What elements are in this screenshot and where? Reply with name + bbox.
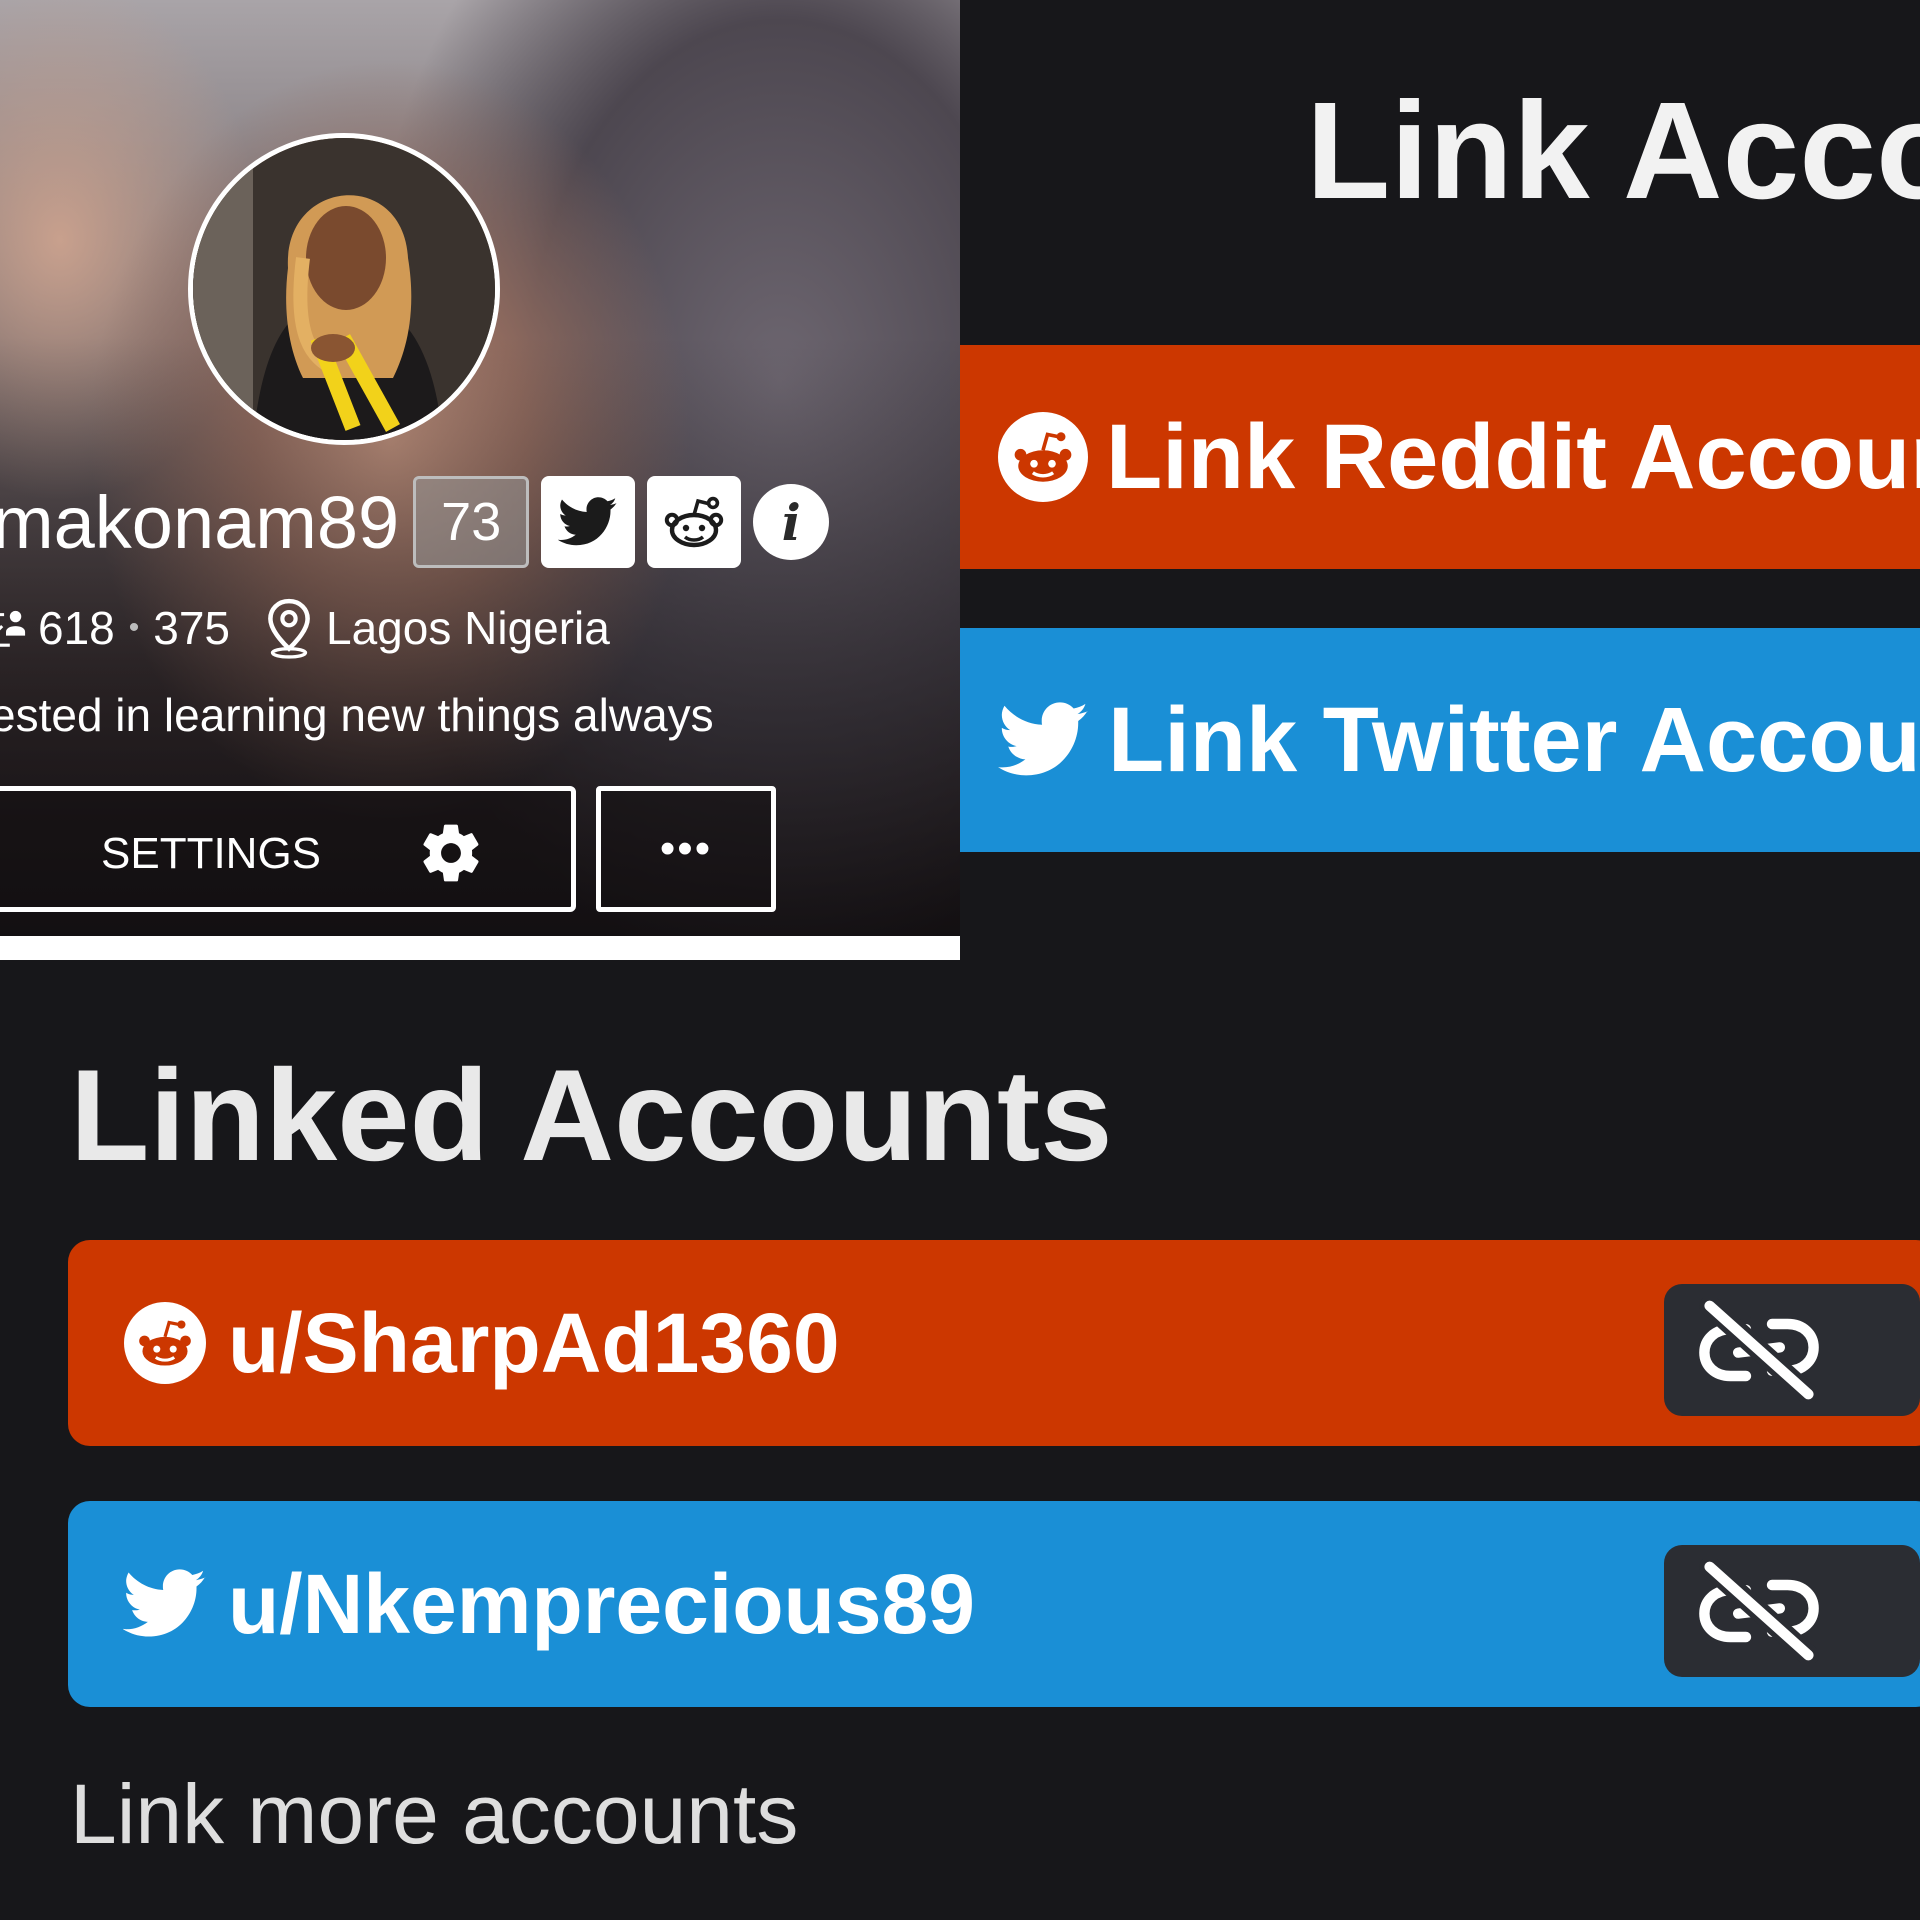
twitter-handle: u/Nkemprecious89 xyxy=(228,1556,975,1651)
unlink-icon xyxy=(1699,1559,1819,1663)
avatar-image xyxy=(193,138,495,440)
linked-reddit-account[interactable]: u/SharpAd1360 xyxy=(68,1240,1920,1446)
location-pin-icon xyxy=(268,598,310,659)
reddit-profile-button[interactable] xyxy=(647,476,742,568)
settings-label: SETTINGS xyxy=(101,829,322,878)
unlink-twitter-button[interactable] xyxy=(1664,1545,1920,1677)
unlink-reddit-button[interactable] xyxy=(1664,1284,1920,1416)
unlink-icon xyxy=(1699,1298,1819,1402)
twitter-icon xyxy=(558,497,618,546)
link-reddit-label: Link Reddit Account xyxy=(1106,405,1920,508)
profile-bottom-divider xyxy=(0,936,960,960)
info-icon[interactable]: i xyxy=(753,484,830,560)
more-options-button[interactable]: ••• xyxy=(596,786,776,912)
twitter-profile-button[interactable] xyxy=(541,476,636,568)
following-count[interactable]: 618 xyxy=(38,601,115,655)
bio-text: ested in learning new things always xyxy=(0,689,714,741)
stats-separator: • xyxy=(128,611,140,644)
linked-twitter-account[interactable]: u/Nkemprecious89 xyxy=(68,1501,1920,1707)
twitter-icon xyxy=(122,1561,208,1647)
followers-icon xyxy=(0,610,26,647)
linked-accounts-title: Linked Accounts xyxy=(70,1042,1113,1188)
avatar[interactable] xyxy=(188,133,500,445)
link-twitter-button[interactable]: Link Twitter Account xyxy=(960,628,1920,852)
link-reddit-button[interactable]: Link Reddit Account xyxy=(960,345,1920,569)
location-text: Lagos Nigeria xyxy=(326,602,610,654)
reddit-icon xyxy=(122,1300,208,1386)
profile-header: makonam89 73 i 618 • 375 Lagos Nigeria e… xyxy=(0,0,960,960)
profile-stats: 618 • 375 Lagos Nigeria xyxy=(0,598,610,659)
reddit-handle: u/SharpAd1360 xyxy=(228,1295,840,1390)
reddit-icon xyxy=(665,496,724,548)
karma-badge[interactable]: 73 xyxy=(413,476,530,568)
username-row: makonam89 73 i xyxy=(0,472,830,572)
twitter-icon xyxy=(998,693,1090,787)
settings-button[interactable]: SETTINGS xyxy=(0,786,576,912)
link-accounts-title: Link Acco xyxy=(1306,74,1920,228)
link-more-accounts[interactable]: Link more accounts xyxy=(70,1766,798,1863)
followers-count[interactable]: 375 xyxy=(153,601,230,655)
reddit-icon xyxy=(998,410,1088,504)
link-twitter-label: Link Twitter Account xyxy=(1108,688,1920,791)
gear-icon xyxy=(423,824,479,882)
username: makonam89 xyxy=(0,480,400,564)
